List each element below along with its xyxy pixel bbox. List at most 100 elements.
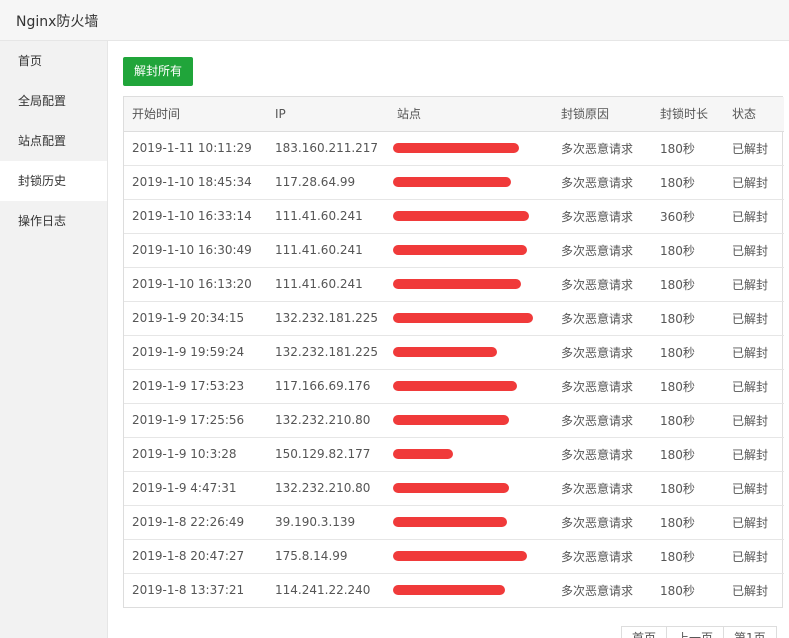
cell-duration: 180秒	[652, 572, 724, 607]
cell-site	[389, 572, 553, 607]
cell-reason: 多次恶意请求	[553, 300, 652, 335]
cell-start-time: 2019-1-9 4:47:31	[124, 470, 267, 505]
cell-site	[389, 266, 553, 301]
cell-site	[389, 436, 553, 471]
table-row: 2019-1-9 20:34:15 132.232.181.225 多次恶意请求 18…	[124, 300, 784, 335]
table-row: 2019-1-9 10:3:28 150.129.82.177 多次恶意请求 180秒…	[124, 436, 784, 471]
cell-duration: 180秒	[652, 368, 724, 403]
cell-reason: 多次恶意请求	[553, 470, 652, 505]
table-row: 2019-1-10 16:33:14 111.41.60.241 多次恶意请求 360…	[124, 198, 784, 233]
cell-ip: 132.232.210.80	[267, 470, 389, 505]
redaction-mark	[393, 176, 511, 187]
cell-status: 已解封	[724, 334, 784, 369]
column-header-ip: IP	[267, 97, 389, 132]
column-header-site: 站点	[389, 97, 553, 132]
table-row: 2019-1-9 19:59:24 132.232.181.225 多次恶意请求 18…	[124, 334, 784, 369]
sidebar: 首页 全局配置 站点配置 封锁历史 操作日志	[0, 41, 108, 638]
table-row: 2019-1-9 17:53:23 117.166.69.176 多次恶意请求 180…	[124, 368, 784, 403]
column-header-status: 状态	[724, 97, 784, 132]
table-row: 2019-1-9 17:25:56 132.232.210.80 多次恶意请求 180…	[124, 402, 784, 437]
redaction-mark	[393, 380, 517, 391]
cell-start-time: 2019-1-11 10:11:29	[132, 141, 252, 155]
cell-ip: 39.190.3.139	[267, 504, 389, 539]
table-row: 2019-1-10 18:45:34 117.28.64.99 多次恶意请求 180秒…	[124, 164, 784, 199]
table-row: 2019-1-10 16:30:49 111.41.60.241 多次恶意请求 180…	[124, 232, 784, 267]
cell-reason: 多次恶意请求	[553, 164, 652, 199]
table-row: 2019-1-8 13:37:21 114.241.22.240 多次恶意请求 180…	[124, 572, 784, 607]
main-panel: 解封所有 开始时间 IP 站点 封锁原因 封锁时长 状态 2019-1-11 1…	[108, 41, 789, 638]
cell-reason: 多次恶意请求	[553, 538, 652, 573]
cell-start-time: 2019-1-9 19:59:24	[124, 334, 267, 369]
cell-site	[389, 504, 553, 539]
cell-duration: 180秒	[652, 504, 724, 539]
cell-ip: 117.28.64.99	[267, 164, 389, 199]
pagination-first-button[interactable]: 首页	[621, 626, 668, 638]
cell-ip: 117.166.69.176	[267, 368, 389, 403]
cell-start-time: 2019-1-8 13:37:21	[124, 572, 267, 607]
sidebar-item-global-config[interactable]: 全局配置	[0, 81, 107, 121]
cell-ip: 111.41.60.241	[267, 266, 389, 301]
cell-site	[389, 538, 553, 573]
cell-duration: 180秒	[660, 141, 695, 156]
window-titlebar: Nginx防火墙	[0, 0, 789, 41]
redaction-mark	[393, 210, 529, 221]
cell-site	[389, 300, 553, 335]
cell-site	[389, 131, 553, 165]
cell-status: 已解封	[724, 538, 784, 573]
cell-start-time: 2019-1-9 20:34:15	[124, 300, 267, 335]
cell-status: 已解封	[724, 232, 784, 267]
sidebar-item-home[interactable]: 首页	[0, 41, 107, 81]
sidebar-item-ban-history[interactable]: 封锁历史	[0, 161, 107, 201]
cell-duration: 180秒	[652, 436, 724, 471]
cell-reason: 多次恶意请求	[561, 141, 634, 156]
cell-ip: 111.41.60.241	[267, 198, 389, 233]
cell-ip: 132.232.181.225	[267, 300, 389, 335]
redaction-mark	[393, 414, 509, 425]
column-header-reason: 封锁原因	[553, 97, 652, 132]
cell-ip: 111.41.60.241	[267, 232, 389, 267]
cell-start-time: 2019-1-10 16:30:49	[124, 232, 267, 267]
unban-all-button[interactable]: 解封所有	[123, 57, 193, 86]
cell-start-time: 2019-1-9 10:3:28	[124, 436, 267, 471]
column-header-duration: 封锁时长	[652, 97, 724, 132]
cell-duration: 180秒	[652, 266, 724, 301]
cell-status: 已解封	[724, 266, 784, 301]
redaction-mark	[393, 482, 509, 493]
cell-reason: 多次恶意请求	[553, 334, 652, 369]
cell-reason: 多次恶意请求	[553, 504, 652, 539]
pagination-current-page: 第1页	[723, 626, 777, 638]
pagination-prev-button[interactable]: 上一页	[666, 626, 725, 638]
redaction-mark	[393, 244, 527, 255]
cell-start-time: 2019-1-8 20:47:27	[124, 538, 267, 573]
redaction-mark	[393, 550, 527, 561]
cell-ip: 175.8.14.99	[267, 538, 389, 573]
cell-ip: 114.241.22.240	[267, 572, 389, 607]
cell-start-time: 2019-1-9 17:53:23	[124, 368, 267, 403]
cell-reason: 多次恶意请求	[553, 572, 652, 607]
cell-ip: 183.160.211.217	[275, 141, 379, 155]
cell-start-time: 2019-1-10 16:13:20	[124, 266, 267, 301]
sidebar-item-operation-log[interactable]: 操作日志	[0, 201, 107, 241]
cell-duration: 180秒	[652, 164, 724, 199]
redaction-mark	[393, 448, 453, 459]
redaction-mark	[393, 142, 519, 153]
cell-status: 已解封	[724, 368, 784, 403]
cell-start-time: 2019-1-10 16:33:14	[124, 198, 267, 233]
cell-status: 已解封	[724, 164, 784, 199]
cell-status: 已解封	[724, 198, 784, 233]
cell-start-time: 2019-1-9 17:25:56	[124, 402, 267, 437]
cell-reason: 多次恶意请求	[553, 266, 652, 301]
cell-ip: 150.129.82.177	[267, 436, 389, 471]
cell-reason: 多次恶意请求	[553, 368, 652, 403]
cell-status: 已解封	[732, 141, 769, 156]
sidebar-item-site-config[interactable]: 站点配置	[0, 121, 107, 161]
cell-duration: 180秒	[652, 402, 724, 437]
table-row: 2019-1-8 22:26:49 39.190.3.139 多次恶意请求 180秒已…	[124, 504, 784, 539]
redaction-mark	[393, 516, 507, 527]
table-row: 2019-1-10 16:13:20 111.41.60.241 多次恶意请求 180…	[124, 266, 784, 301]
column-header-start-time: 开始时间	[124, 97, 267, 132]
cell-site	[389, 334, 553, 369]
cell-reason: 多次恶意请求	[553, 198, 652, 233]
cell-duration: 180秒	[652, 300, 724, 335]
table-row: 2019-1-9 4:47:31 132.232.210.80 多次恶意请求 180秒…	[124, 470, 784, 505]
